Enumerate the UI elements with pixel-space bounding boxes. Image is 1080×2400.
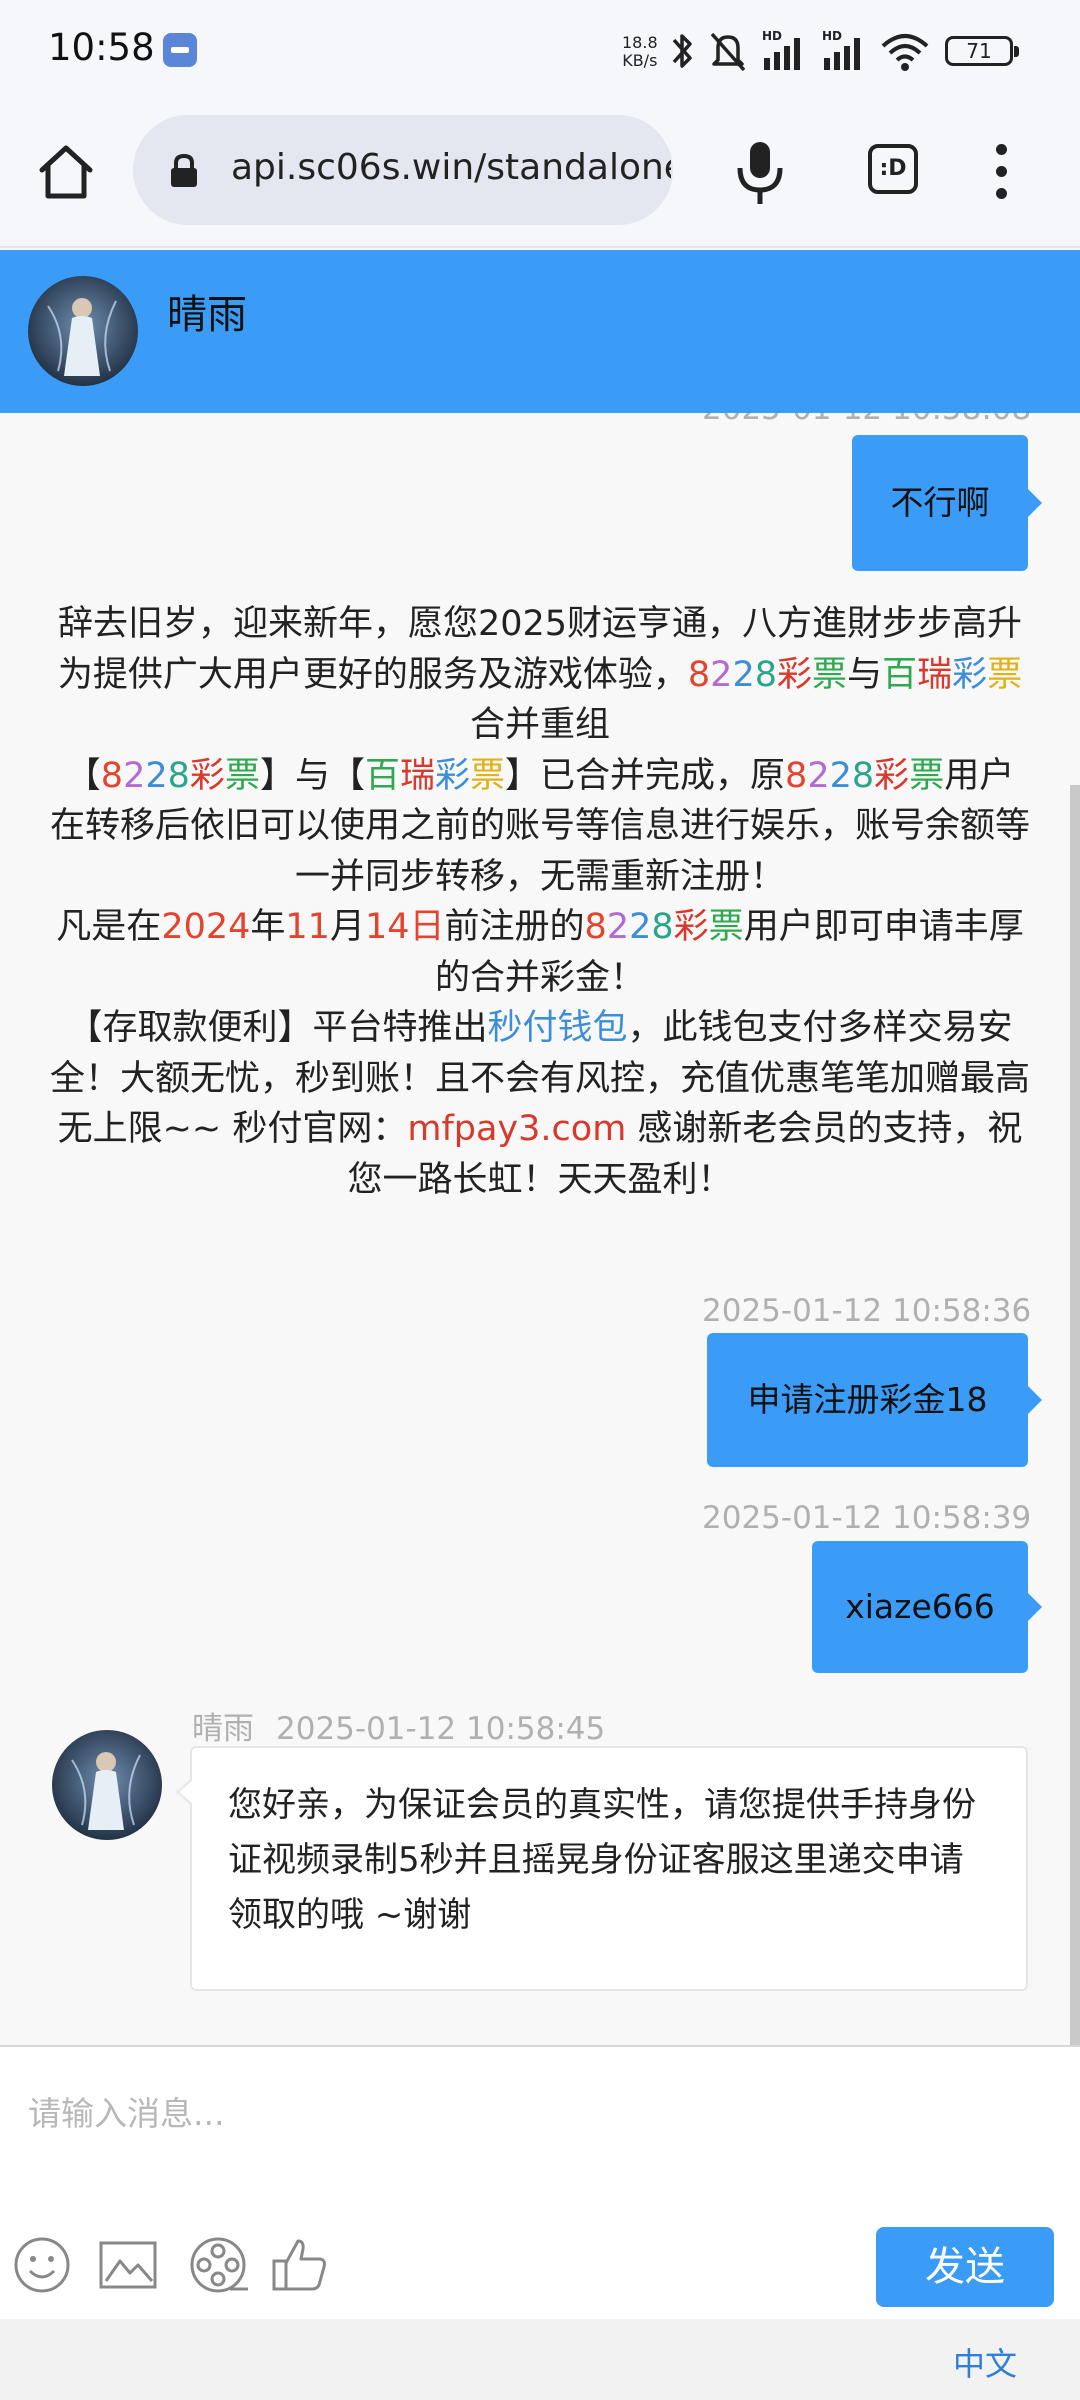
announcement-text: 为提供广大用户更好的服务及游戏体验， [57,654,688,695]
sender-name: 晴雨 [192,1711,254,1747]
announcement-line: 辞去旧岁，迎来新年，愿您2025财运亨通，八方進財步步高升 [57,604,1023,644]
brand-8228: 8228彩票 [687,654,848,695]
status-time: 10:58 [48,26,155,69]
battery-icon: 71 [945,36,1019,66]
url-text[interactable]: api.sc06s.win/standalone [231,147,671,188]
site-link[interactable]: mfpay3.com [407,1109,626,1149]
highlight-day: 14日 [364,907,445,947]
brand-8228: 8228彩票 [785,755,945,796]
brand-bairui: 百瑞彩票 [882,654,1023,695]
home-icon[interactable] [34,140,98,204]
bluetooth-icon [672,34,692,68]
video-icon[interactable] [188,2235,248,2295]
browser-toolbar: api.sc06s.win/standalone :D [0,100,1080,248]
status-bar: 10:58 18.8 KB/s HD HD 71 [0,0,1080,100]
contact-name: 晴雨 [167,292,247,338]
avatar[interactable] [52,1730,162,1840]
emoji-icon[interactable] [12,2235,72,2295]
svg-text:HD: HD [762,29,782,43]
message-list[interactable]: 2025-01-12 10:58:08 不行啊 辞去旧岁，迎来新年，愿您2025… [0,413,1080,2045]
highlight-year: 2024 [161,907,251,947]
message-input[interactable] [0,2047,1080,2197]
message-timestamp: 2025-01-12 10:58:36 [702,1293,1032,1329]
thumbs-up-icon[interactable] [270,2235,330,2295]
composer: 发送 [0,2045,1080,2319]
svg-text:HD: HD [822,29,842,43]
outgoing-message[interactable]: xiaze666 [812,1541,1042,1673]
net-speed: 18.8 KB/s [622,34,658,70]
address-bar[interactable]: api.sc06s.win/standalone [133,115,673,225]
net-speed-unit: KB/s [622,51,658,70]
microphone-icon[interactable] [730,138,790,208]
incoming-message[interactable]: 您好亲，为保证会员的真实性，请您提供手持身份证视频录制5秒并且摇晃身份证客服这里… [176,1746,1028,1991]
send-button[interactable]: 发送 [876,2227,1054,2307]
chat-header: 晴雨 [0,250,1080,413]
wallet-link[interactable]: 秒付钱包 [487,1008,627,1048]
language-switch[interactable]: 中文 [953,2339,1017,2385]
net-speed-value: 18.8 [622,33,658,52]
avatar-image [52,1730,162,1840]
message-timestamp: 2025-01-12 10:58:45 [276,1711,606,1747]
wifi-icon [881,34,929,71]
message-timestamp: 2025-01-12 10:58:39 [702,1500,1032,1536]
notification-app-icon [163,33,197,67]
image-icon[interactable] [98,2235,158,2295]
footer: 中文 [0,2319,1080,2400]
brand-bairui: 百瑞彩票 [364,755,506,796]
signal-hd-icon: HD [822,29,860,70]
overflow-menu-icon[interactable] [990,144,1014,202]
outgoing-message[interactable]: 不行啊 [852,435,1042,571]
announcement-message: 辞去旧岁，迎来新年，愿您2025财运亨通，八方進財步步高升 为提供广大用户更好的… [50,604,1031,1200]
signal-hd-icon: HD [762,29,800,70]
scrollbar[interactable] [1070,785,1080,2045]
avatar-image [28,276,138,386]
mute-bell-icon [710,32,746,72]
avatar[interactable] [28,276,138,386]
highlight-month: 11 [285,907,330,947]
outgoing-message[interactable]: 申请注册彩金18 [707,1333,1042,1467]
message-timestamp: 2025-01-12 10:58:08 [702,413,1031,427]
brand-8228: 8228彩票 [584,907,744,947]
brand-8228: 8228彩票 [100,755,260,796]
incoming-meta: 晴雨 2025-01-12 10:58:45 [192,1703,605,1748]
lock-icon [171,153,197,187]
tab-switcher-button[interactable]: :D [868,144,918,194]
